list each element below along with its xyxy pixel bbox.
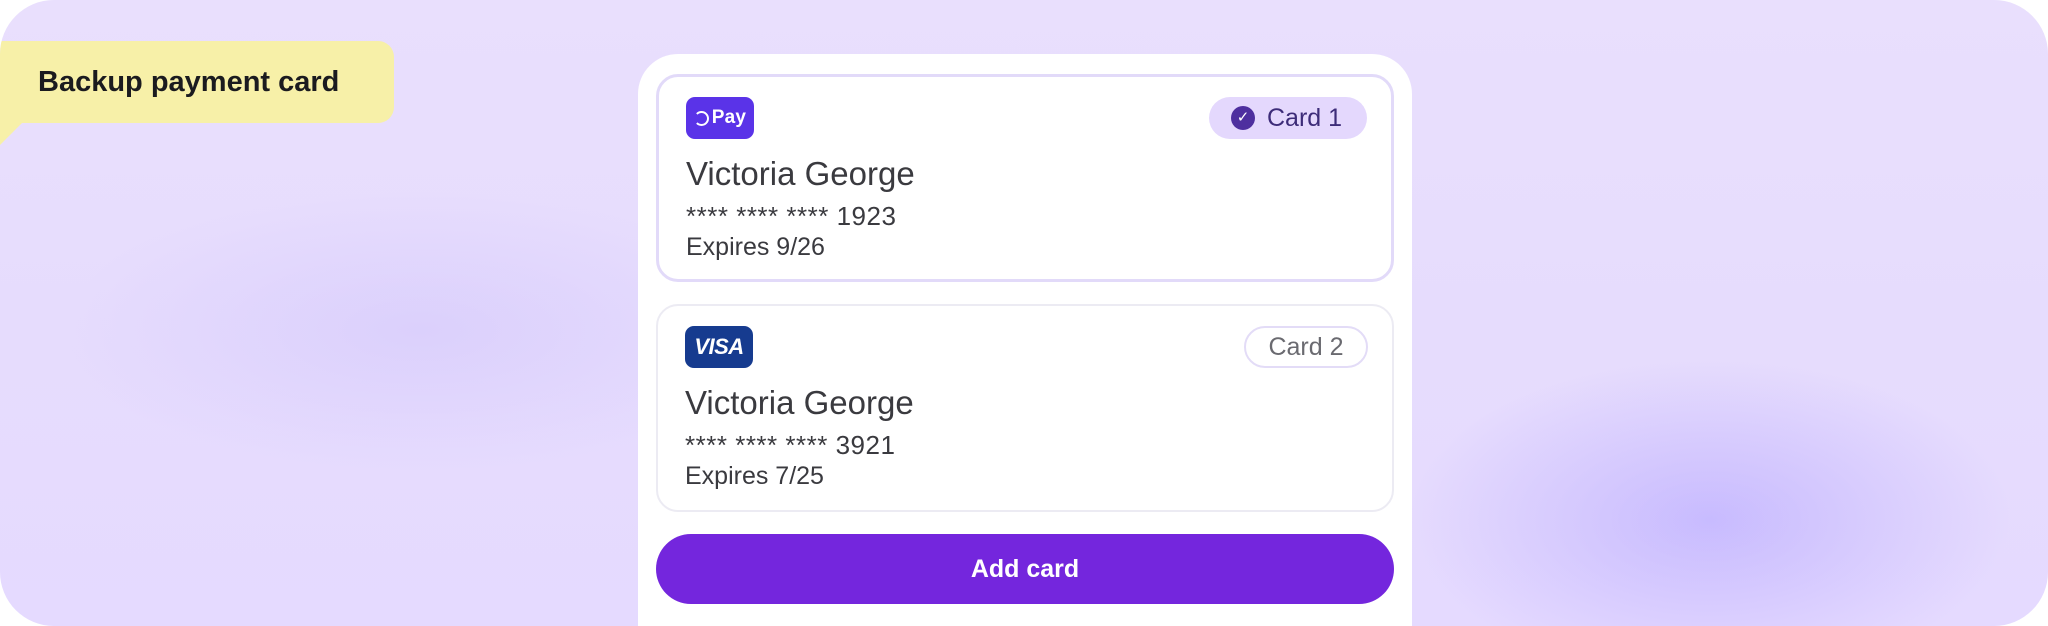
- card-number: **** **** **** 3921: [685, 430, 896, 460]
- card-number: **** **** **** 1923: [686, 201, 897, 231]
- card-holder-name: Victoria George: [685, 384, 914, 421]
- card-1-badge: ✓ Card 1: [1209, 97, 1367, 139]
- opay-logo-icon: Pay: [686, 97, 754, 139]
- screen-background: Backup payment card Pay ✓ Card 1 Victori…: [0, 0, 2048, 626]
- payment-card-2[interactable]: VISA Card 2 Victoria George **** **** **…: [656, 304, 1394, 512]
- feature-label: Backup payment card: [0, 41, 394, 145]
- visa-logo-icon: VISA: [685, 326, 753, 368]
- card-expiry: Expires 7/25: [685, 462, 824, 490]
- add-card-button[interactable]: Add card: [656, 534, 1394, 604]
- payment-cards-panel: Pay ✓ Card 1 Victoria George **** **** *…: [638, 54, 1412, 626]
- card-holder-name: Victoria George: [686, 155, 915, 192]
- card-2-badge: Card 2: [1244, 326, 1368, 368]
- card-expiry: Expires 9/26: [686, 233, 825, 261]
- payment-card-1[interactable]: Pay ✓ Card 1 Victoria George **** **** *…: [656, 74, 1394, 282]
- opay-logo-text: Pay: [711, 107, 747, 128]
- opay-mark-icon: [693, 110, 709, 126]
- card-1-badge-label: Card 1: [1267, 103, 1343, 132]
- feature-label-text: Backup payment card: [38, 66, 340, 98]
- card-2-badge-label: Card 2: [1268, 332, 1344, 361]
- visa-logo-text: VISA: [694, 334, 744, 359]
- check-circle-icon: ✓: [1231, 106, 1255, 130]
